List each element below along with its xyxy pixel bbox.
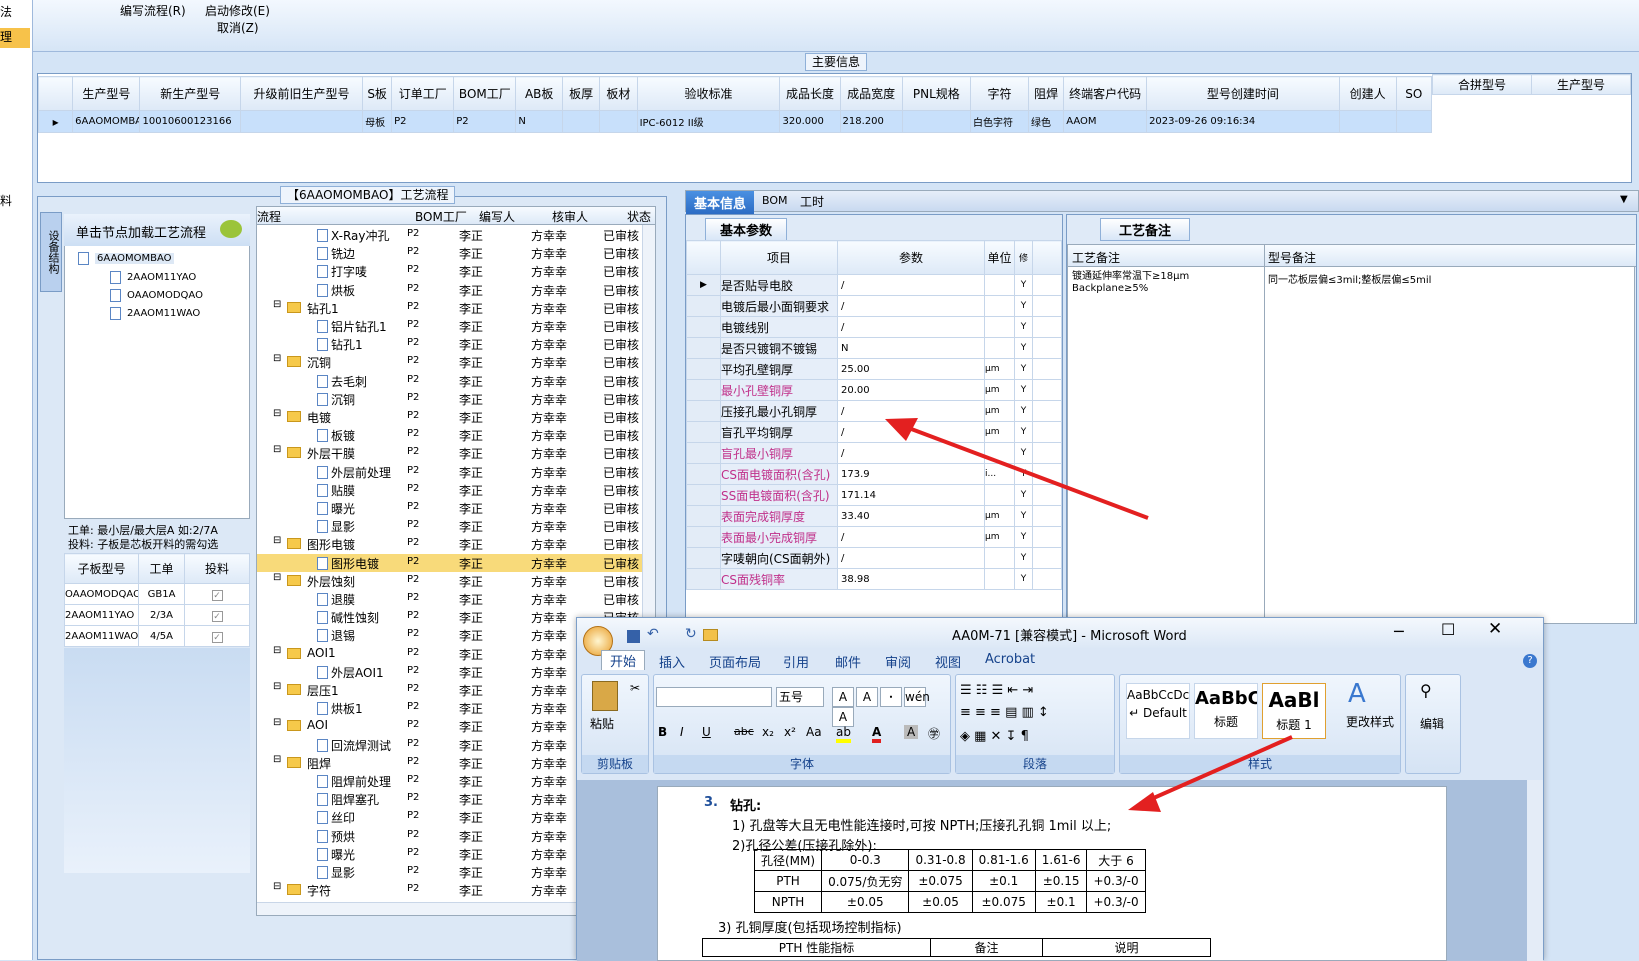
annotation-arrows xyxy=(885,418,1293,812)
red-arrow-1 xyxy=(897,422,1149,520)
process-flow-title: 【6AAOMOMBAO】工艺流程 xyxy=(280,186,456,204)
red-arrow-2 xyxy=(1139,735,1293,806)
main-info-title: 主要信息 xyxy=(805,53,868,71)
